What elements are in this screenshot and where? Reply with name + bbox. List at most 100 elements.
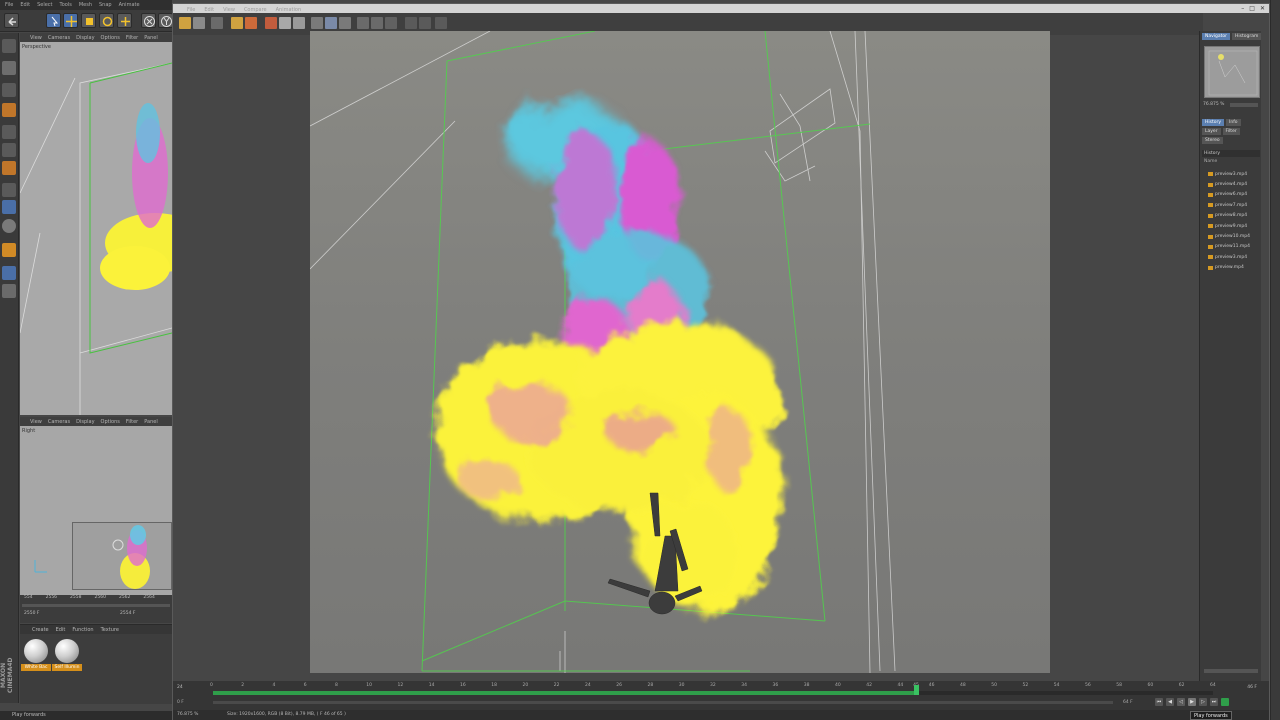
menu-snap[interactable]: Snap [99, 2, 112, 8]
pv-menu-compare[interactable]: Compare [244, 7, 267, 13]
polygon-icon[interactable] [2, 103, 16, 117]
go-to-start-icon[interactable]: ⏮ [1155, 698, 1163, 706]
mini-scrub-bar[interactable] [22, 604, 170, 607]
play-forwards-icon[interactable]: ▶ [1188, 698, 1196, 706]
vp2-menu-view[interactable]: View [30, 419, 42, 425]
mat-menu-texture[interactable]: Texture [101, 627, 119, 633]
mat-menu-create[interactable]: Create [32, 627, 49, 633]
tab-stereo[interactable]: Stereo [1202, 137, 1223, 144]
swap-icon[interactable] [293, 17, 305, 29]
list-item[interactable]: preview6.mp4 [1202, 190, 1260, 200]
play-backwards-icon[interactable]: ◁ [1177, 698, 1185, 706]
info-icon[interactable] [419, 17, 431, 29]
vp2-menu-panel[interactable]: Panel [144, 419, 158, 425]
scale-icon[interactable] [81, 13, 96, 28]
list-item[interactable]: preview4.mp4 [1202, 179, 1260, 189]
viewport-right[interactable]: View Cameras Display Options Filter Pane… [20, 417, 172, 595]
histogram-icon[interactable] [357, 17, 369, 29]
maximize-icon[interactable]: □ [1249, 4, 1255, 13]
render-region-icon[interactable] [245, 17, 257, 29]
menu-mesh[interactable]: Mesh [79, 2, 92, 8]
minimize-icon[interactable]: – [1241, 4, 1244, 13]
menu-edit[interactable]: Edit [20, 2, 30, 8]
ab-compare-icon[interactable] [279, 17, 291, 29]
loop-icon[interactable] [1221, 698, 1229, 706]
workplane-icon[interactable] [2, 266, 16, 280]
list-item[interactable]: preview8.mp4 [1202, 211, 1260, 221]
settings-icon[interactable] [405, 17, 417, 29]
tab-info[interactable]: Info [1226, 119, 1241, 126]
timeline-range-bar[interactable] [213, 701, 1113, 704]
pv-menu-view[interactable]: View [223, 7, 235, 13]
move-icon[interactable] [63, 13, 78, 28]
viewport-perspective[interactable]: View Cameras Display Options Filter Pane… [20, 33, 172, 415]
vp2-menu-filter[interactable]: Filter [126, 419, 138, 425]
list-item[interactable]: preview11.mp4 [1202, 242, 1260, 252]
tab-history[interactable]: History [1202, 119, 1225, 126]
tab-layer[interactable]: Layer [1202, 128, 1221, 135]
grid-icon[interactable] [2, 284, 16, 298]
open-icon[interactable] [179, 17, 191, 29]
render-icon[interactable] [231, 17, 243, 29]
render-image[interactable] [310, 31, 1050, 673]
material-white-bac[interactable]: White Bac [21, 639, 51, 671]
timeline-scrub-bar[interactable] [213, 691, 1213, 695]
mat-menu-edit[interactable]: Edit [56, 627, 66, 633]
list-item[interactable]: preview3.mp4 [1202, 169, 1260, 179]
render-active-icon[interactable] [265, 17, 277, 29]
tab-histogram[interactable]: Histogram [1232, 33, 1262, 40]
list-item[interactable]: preview3.mp4 [1202, 252, 1260, 262]
select-arrow-icon[interactable] [46, 13, 61, 28]
material-self-illumin[interactable]: Self Illumin [52, 639, 82, 671]
menu-animate[interactable]: Animate [119, 2, 140, 8]
sculpt-icon[interactable] [2, 243, 16, 257]
timeline-playhead[interactable] [914, 685, 920, 695]
mat-menu-function[interactable]: Function [72, 627, 93, 633]
history-column-name[interactable]: Name [1202, 159, 1260, 164]
y-axis-icon[interactable] [158, 13, 173, 28]
step-back-icon[interactable]: ◀ [1166, 698, 1174, 706]
snap-icon[interactable] [2, 200, 16, 214]
list-item[interactable]: preview10.mp4 [1202, 231, 1260, 241]
cube-icon[interactable] [2, 61, 16, 75]
go-to-end-icon[interactable]: ⏭ [1210, 698, 1218, 706]
channel-icon[interactable] [311, 17, 323, 29]
edges-icon[interactable] [2, 143, 16, 157]
mini-timeline[interactable]: 554 2556 2558 2560 2562 2564 2550 F 2554… [20, 595, 172, 623]
pv-menu-edit[interactable]: Edit [204, 7, 214, 13]
zoom-icon[interactable] [339, 17, 351, 29]
stop-render-icon[interactable] [211, 17, 223, 29]
list-item[interactable]: preview9.mp4 [1202, 221, 1260, 231]
fit-icon[interactable] [325, 17, 337, 29]
filter-icon[interactable] [435, 17, 447, 29]
texture-icon[interactable] [2, 83, 16, 97]
step-forward-icon[interactable]: ▷ [1199, 698, 1207, 706]
menu-tools[interactable]: Tools [60, 2, 72, 8]
list-item[interactable]: preview7.mp4 [1202, 200, 1260, 210]
pv-menu-animation[interactable]: Animation [276, 7, 302, 13]
mode-model-icon[interactable] [2, 39, 16, 53]
rotate-icon[interactable] [99, 13, 114, 28]
close-icon[interactable]: ✕ [1260, 4, 1265, 13]
vp2-menu-options[interactable]: Options [101, 419, 120, 425]
transform-icon[interactable] [117, 13, 132, 28]
axis-icon[interactable] [2, 183, 16, 197]
vp2-menu-display[interactable]: Display [76, 419, 94, 425]
vp2-menu-cameras[interactable]: Cameras [48, 419, 70, 425]
tab-navigator[interactable]: Navigator [1202, 33, 1231, 40]
lut-icon[interactable] [385, 17, 397, 29]
menu-select[interactable]: Select [37, 2, 52, 8]
soft-selection-icon[interactable] [2, 219, 16, 233]
list-item[interactable]: preview.mp4 [1202, 263, 1260, 273]
x-axis-icon[interactable] [141, 13, 156, 28]
channels-icon[interactable] [371, 17, 383, 29]
pv-menu-file[interactable]: File [187, 7, 195, 13]
history-scrollbar[interactable] [1204, 669, 1258, 673]
tab-filter[interactable]: Filter [1222, 128, 1240, 135]
points-icon[interactable] [2, 125, 16, 139]
undo-icon[interactable] [4, 13, 19, 28]
menu-file[interactable]: File [5, 2, 13, 8]
navigator-zoom-slider[interactable] [1230, 103, 1258, 107]
polygons-mode-icon[interactable] [2, 161, 16, 175]
save-icon[interactable] [193, 17, 205, 29]
